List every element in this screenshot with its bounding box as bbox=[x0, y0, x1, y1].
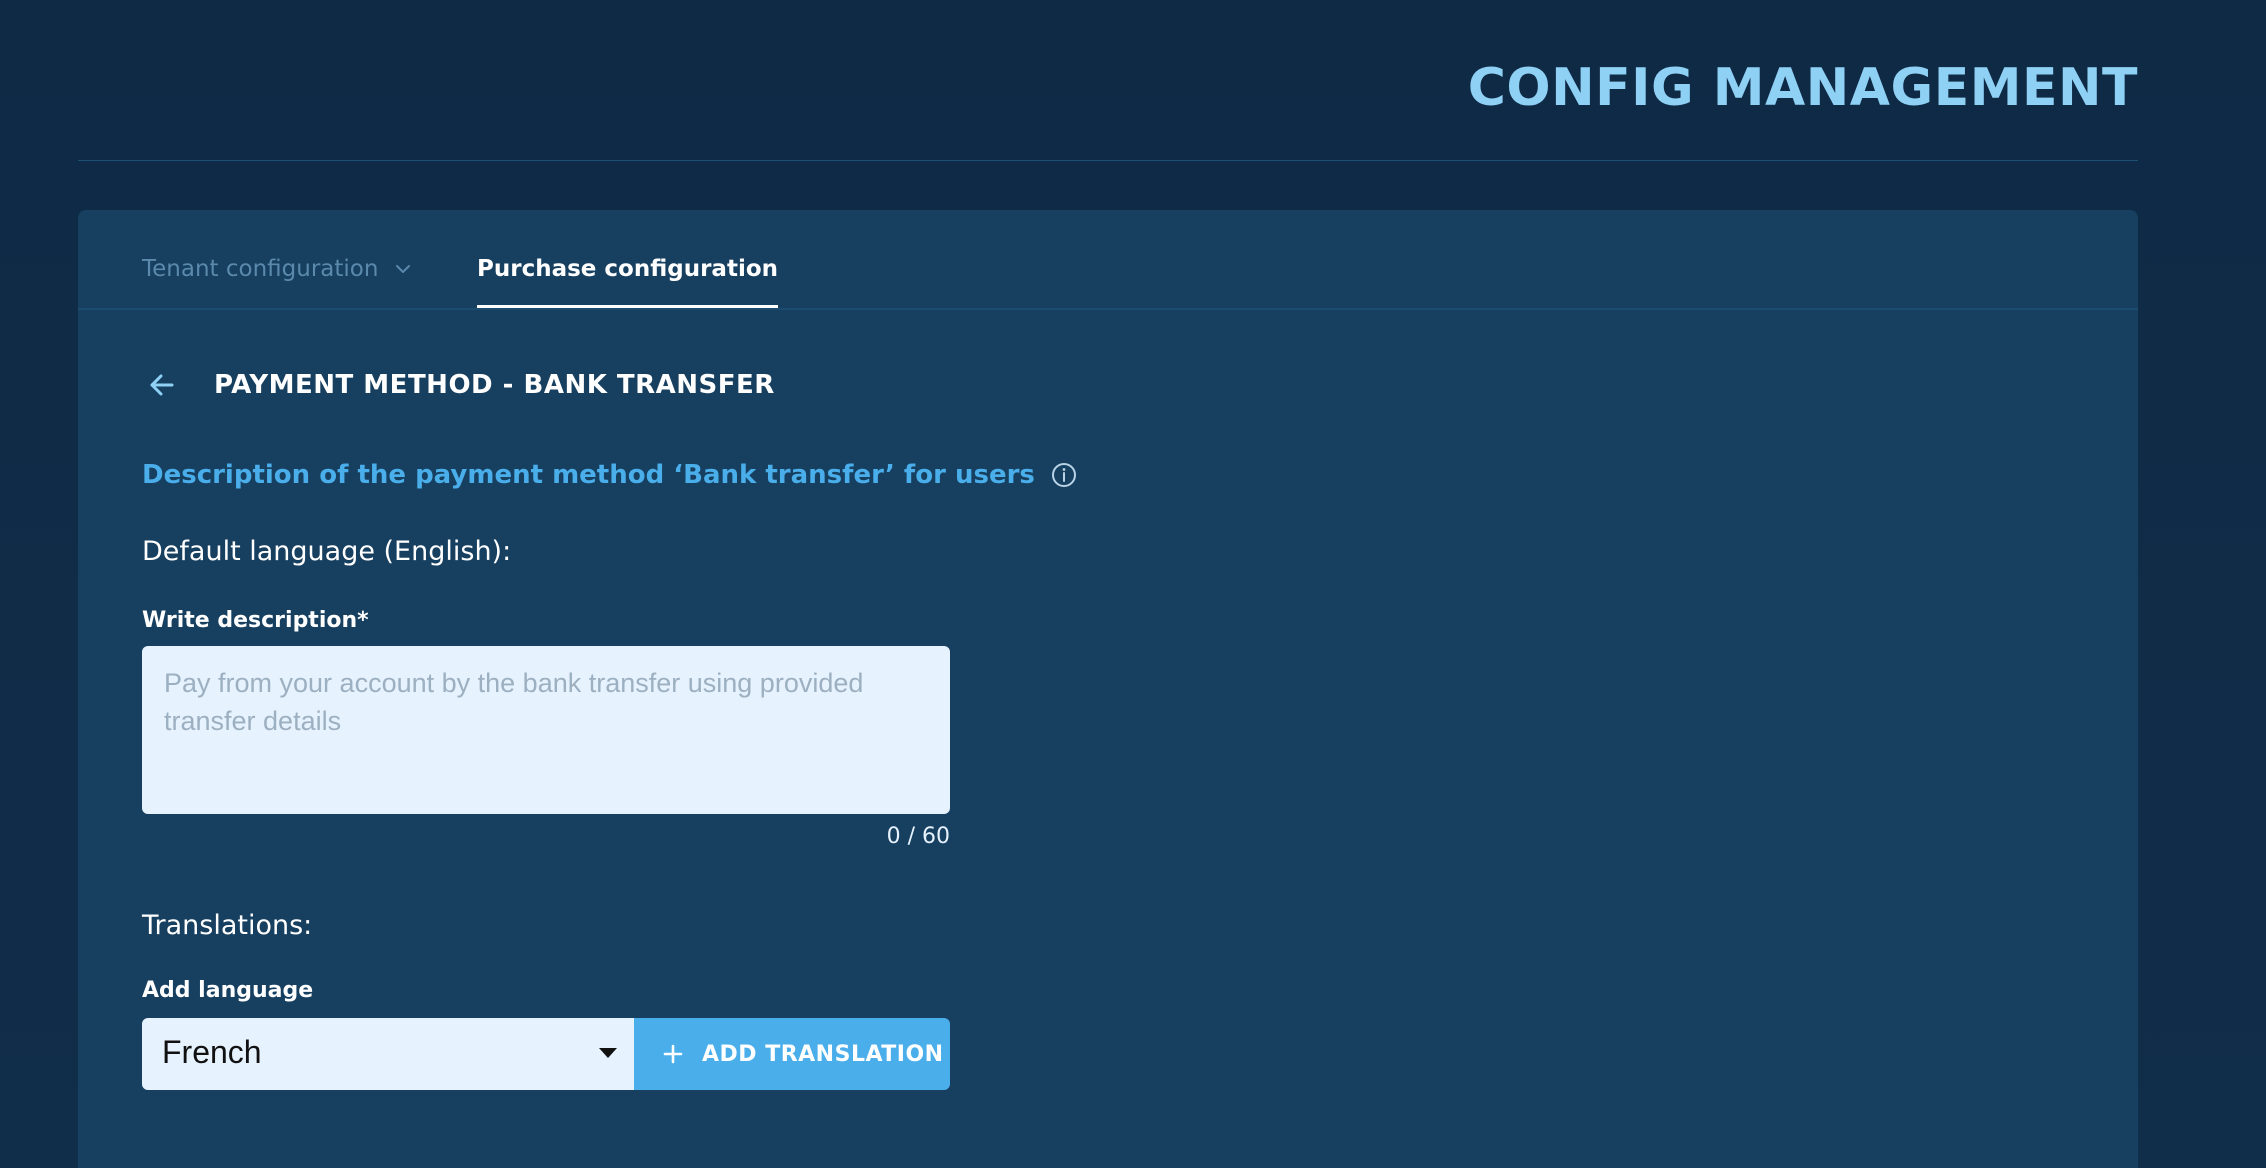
language-select-value: French bbox=[162, 1034, 262, 1070]
language-select[interactable]: French bbox=[142, 1018, 634, 1090]
description-heading-text: Description of the payment method ‘Bank … bbox=[142, 460, 1035, 490]
section-header: PAYMENT METHOD - BANK TRANSFER bbox=[142, 360, 775, 410]
config-card: Tenant configuration Purchase configurat… bbox=[78, 210, 2138, 1168]
tab-label: Purchase configuration bbox=[477, 256, 779, 282]
caret-down-icon bbox=[599, 1048, 617, 1058]
tab-purchase-configuration[interactable]: Purchase configuration bbox=[477, 246, 779, 308]
tab-tenant-configuration[interactable]: Tenant configuration bbox=[142, 246, 414, 306]
description-textarea[interactable] bbox=[142, 646, 950, 814]
tab-label: Tenant configuration bbox=[142, 256, 379, 282]
section-title: PAYMENT METHOD - BANK TRANSFER bbox=[214, 370, 775, 400]
plus-icon bbox=[663, 1044, 683, 1064]
write-description-label: Write description* bbox=[142, 608, 369, 633]
translations-label: Translations: bbox=[142, 910, 313, 941]
add-translation-button[interactable]: ADD TRANSLATION bbox=[634, 1018, 950, 1090]
add-translation-label: ADD TRANSLATION bbox=[702, 1041, 944, 1067]
page-title: CONFIG MANAGEMENT bbox=[1467, 58, 2138, 118]
tab-bar: Tenant configuration Purchase configurat… bbox=[78, 210, 2138, 310]
page-header: CONFIG MANAGEMENT bbox=[78, 0, 2138, 161]
page: CONFIG MANAGEMENT Tenant configuration P… bbox=[0, 0, 2266, 1168]
arrow-left-icon[interactable] bbox=[142, 365, 182, 405]
character-counter: 0 / 60 bbox=[886, 824, 950, 849]
info-icon[interactable] bbox=[1051, 462, 1077, 488]
description-heading: Description of the payment method ‘Bank … bbox=[142, 460, 1077, 490]
add-language-label: Add language bbox=[142, 978, 314, 1003]
default-language-label: Default language (English): bbox=[142, 536, 512, 567]
chevron-down-icon bbox=[392, 246, 414, 292]
